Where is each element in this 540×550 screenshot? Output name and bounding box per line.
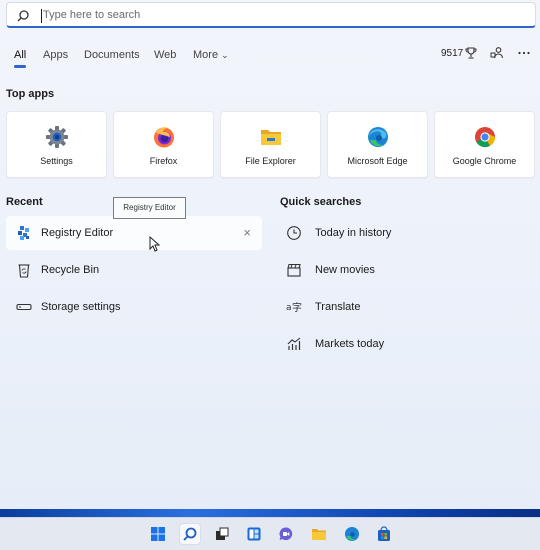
rewards-trophy-icon[interactable] bbox=[464, 46, 478, 60]
chevron-down-icon: ⌄ bbox=[221, 50, 229, 60]
quick-searches-heading: Quick searches bbox=[280, 196, 362, 208]
widgets-icon bbox=[247, 527, 261, 541]
task-view-icon bbox=[216, 527, 229, 540]
start-button[interactable] bbox=[147, 523, 169, 545]
top-app-file-explorer[interactable]: File Explorer bbox=[220, 111, 321, 178]
file-explorer-icon bbox=[261, 130, 281, 145]
recycle-bin-icon bbox=[18, 264, 30, 278]
remove-from-list-close-icon[interactable]: × bbox=[243, 225, 251, 240]
tab-more[interactable]: More ⌄ bbox=[193, 49, 229, 61]
recent-heading: Recent bbox=[6, 196, 43, 208]
recent-item-label: Storage settings bbox=[41, 301, 121, 313]
chart-icon bbox=[287, 337, 301, 350]
registry-editor-icon bbox=[18, 226, 29, 240]
tab-apps[interactable]: Apps bbox=[43, 49, 68, 61]
edge-button[interactable] bbox=[341, 523, 363, 545]
task-view-button[interactable] bbox=[211, 523, 233, 545]
edge-icon bbox=[368, 127, 388, 147]
top-app-firefox[interactable]: Firefox bbox=[113, 111, 214, 178]
top-app-label: Google Chrome bbox=[452, 156, 517, 166]
search-box[interactable] bbox=[6, 2, 536, 28]
firefox-icon bbox=[154, 127, 174, 148]
widgets-button[interactable] bbox=[243, 523, 265, 545]
rewards-points[interactable]: 9517 bbox=[441, 48, 463, 59]
search-input[interactable] bbox=[43, 6, 513, 24]
recent-item-recycle-bin[interactable]: Recycle Bin bbox=[6, 253, 262, 287]
top-app-label: Settings bbox=[40, 156, 73, 166]
clock-icon bbox=[287, 226, 301, 240]
quick-search-today-in-history[interactable]: Today in history bbox=[286, 224, 486, 244]
quick-search-markets-today[interactable]: Markets today bbox=[286, 335, 486, 355]
top-app-google-chrome[interactable]: Google Chrome bbox=[434, 111, 535, 178]
tab-all[interactable]: All bbox=[14, 49, 26, 61]
quick-search-label: Today in history bbox=[315, 227, 392, 239]
quick-search-translate[interactable]: a 字 Translate bbox=[286, 298, 486, 318]
recent-item-label: Recycle Bin bbox=[41, 264, 100, 276]
top-apps-heading: Top apps bbox=[6, 88, 55, 100]
top-app-label: Firefox bbox=[149, 156, 178, 166]
taskbar bbox=[0, 517, 540, 550]
tab-web[interactable]: Web bbox=[154, 49, 176, 61]
tab-documents[interactable]: Documents bbox=[84, 49, 140, 61]
top-app-label: File Explorer bbox=[245, 156, 296, 166]
text-caret bbox=[41, 9, 42, 23]
svg-text:a: a bbox=[286, 303, 292, 313]
svg-text:字: 字 bbox=[292, 301, 302, 314]
account-switch-icon[interactable] bbox=[490, 46, 504, 60]
file-explorer-button[interactable] bbox=[308, 523, 330, 545]
file-explorer-icon bbox=[312, 529, 326, 540]
top-app-label: Microsoft Edge bbox=[347, 156, 408, 166]
quick-search-new-movies[interactable]: New movies bbox=[286, 261, 486, 281]
quick-search-label: Translate bbox=[315, 301, 361, 313]
translate-icon: a 字 bbox=[286, 301, 302, 314]
microsoft-store-icon bbox=[378, 526, 390, 541]
mouse-cursor-icon bbox=[149, 236, 161, 252]
chrome-icon bbox=[475, 127, 496, 148]
recent-item-storage-settings[interactable]: Storage settings bbox=[6, 290, 262, 324]
start-search-panel: All Apps Documents Web More⌄ 9517 Top ap… bbox=[0, 0, 540, 509]
windows-logo-icon bbox=[151, 527, 165, 541]
teams-chat-button[interactable] bbox=[275, 523, 297, 545]
recent-item-registry-editor[interactable]: Registry Editor × bbox=[6, 216, 262, 250]
top-app-microsoft-edge[interactable]: Microsoft Edge bbox=[327, 111, 428, 178]
tab-all-indicator bbox=[14, 65, 26, 68]
quick-search-label: Markets today bbox=[315, 338, 385, 350]
quick-search-label: New movies bbox=[315, 264, 375, 276]
tooltip: Registry Editor bbox=[113, 197, 186, 219]
clapperboard-icon bbox=[287, 263, 301, 277]
top-app-settings[interactable]: Settings bbox=[6, 111, 107, 178]
chat-icon bbox=[279, 527, 293, 541]
tab-more-label: More bbox=[193, 49, 219, 61]
storage-icon bbox=[16, 303, 32, 311]
store-button[interactable] bbox=[373, 523, 395, 545]
taskbar-search-button[interactable] bbox=[179, 523, 201, 545]
settings-gear-icon bbox=[46, 126, 68, 148]
edge-icon bbox=[345, 527, 359, 541]
search-icon bbox=[183, 527, 197, 541]
search-icon bbox=[17, 10, 29, 22]
recent-item-label: Registry Editor bbox=[41, 227, 114, 239]
more-options-icon[interactable] bbox=[517, 46, 531, 60]
